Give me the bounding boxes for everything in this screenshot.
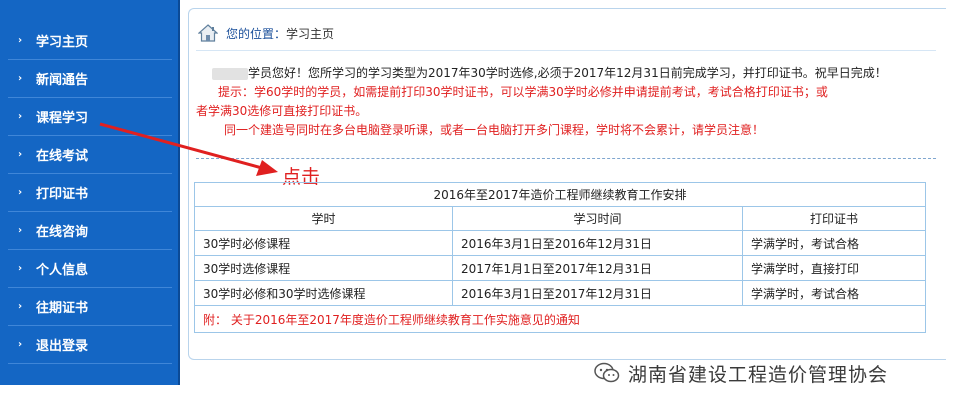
- table-cell: 30学时选修课程: [195, 256, 453, 280]
- sidebar: › 学习主页 › 新闻通告 › 课程学习 › 在线考试 › 打印证书 › 在线咨…: [0, 0, 180, 385]
- sidebar-item-print-certificate[interactable]: › 打印证书: [8, 174, 172, 212]
- breadcrumb-label: 您的位置：: [226, 26, 287, 41]
- chevron-right-icon: ›: [18, 263, 23, 274]
- chevron-right-icon: ›: [18, 225, 23, 236]
- table-title: 2016年至2017年造价工程师继续教育工作安排: [195, 183, 925, 207]
- chevron-right-icon: ›: [18, 35, 23, 46]
- table-header-cell: 打印证书: [809, 212, 858, 226]
- sidebar-item-courses[interactable]: › 课程学习: [8, 98, 172, 136]
- wechat-icon: [594, 362, 620, 383]
- table-cell: 30学时必修和30学时选修课程: [195, 281, 453, 305]
- watermark: 湖南省建设工程造价管理协会: [594, 358, 888, 388]
- table-header-cell: 学时: [195, 207, 453, 230]
- sidebar-item-profile[interactable]: › 个人信息: [8, 250, 172, 288]
- chevron-right-icon: ›: [18, 301, 23, 312]
- chevron-right-icon: ›: [18, 149, 23, 160]
- sidebar-item-label: 打印证书: [36, 187, 89, 202]
- table-header-row: 学时 学习时间 打印证书: [195, 207, 925, 231]
- dashed-divider: [196, 158, 936, 159]
- notice: 学员您好！您所学习的学习类型为2017年30学时选修,必须于2017年12月31…: [196, 64, 936, 140]
- sidebar-item-label: 课程学习: [36, 111, 89, 126]
- sidebar-item-news[interactable]: › 新闻通告: [8, 60, 172, 98]
- sidebar-item-label: 退出登录: [36, 339, 89, 354]
- home-icon: [198, 24, 218, 42]
- chevron-right-icon: ›: [18, 187, 23, 198]
- sidebar-item-home[interactable]: › 学习主页: [8, 22, 172, 60]
- breadcrumb-current[interactable]: 学习主页: [286, 25, 334, 42]
- chevron-right-icon: ›: [18, 73, 23, 84]
- attachment-link[interactable]: 附： 关于2016年至2017年度造价工程师继续教育工作实施意见的通知: [195, 306, 925, 332]
- table-cell: 学满学时，直接打印: [751, 261, 860, 276]
- sidebar-item-label: 个人信息: [36, 263, 89, 278]
- table-row: 30学时选修课程 2017年1月1日至2017年12月31日 学满学时，直接打印: [195, 256, 925, 281]
- table-cell: 2016年3月1日至2017年12月31日: [453, 281, 743, 305]
- schedule-table: 2016年至2017年造价工程师继续教育工作安排 学时 学习时间 打印证书 30…: [194, 182, 926, 333]
- chevron-right-icon: ›: [18, 339, 23, 350]
- table-row: 30学时必修课程 2016年3月1日至2016年12月31日 学满学时，考试合格: [195, 231, 925, 256]
- sidebar-item-consult[interactable]: › 在线咨询: [8, 212, 172, 250]
- table-cell: 2017年1月1日至2017年12月31日: [453, 256, 743, 280]
- table-cell: 2016年3月1日至2016年12月31日: [453, 231, 743, 255]
- greeting-text: 学员您好！您所学习的学习类型为2017年30学时选修,必须于2017年12月31…: [248, 66, 887, 80]
- watermark-text: 湖南省建设工程造价管理协会: [628, 363, 889, 386]
- sidebar-item-label: 往期证书: [36, 301, 89, 316]
- tip-line: 提示：学60学时的学员，如需提前打印30学时证书，可以学满30学时必修并申请提前…: [218, 85, 828, 99]
- chevron-right-icon: ›: [18, 111, 23, 122]
- table-cell: 学满学时，考试合格: [751, 236, 860, 251]
- greeting-line: 学员您好！您所学习的学习类型为2017年30学时选修,必须于2017年12月31…: [196, 64, 936, 83]
- table-cell: 30学时必修课程: [195, 231, 453, 255]
- tip-line: 者学满30选修可直接打印证书。: [196, 104, 368, 118]
- divider: [196, 50, 936, 51]
- username-redacted: [212, 67, 248, 80]
- sidebar-item-label: 学习主页: [36, 35, 89, 50]
- table-cell: 学满学时，考试合格: [751, 286, 860, 301]
- sidebar-item-past-certificates[interactable]: › 往期证书: [8, 288, 172, 326]
- sidebar-item-label: 新闻通告: [36, 73, 89, 88]
- warning-line: 同一个建造号同时在多台电脑登录听课，或者一台电脑打开多门课程，学时将不会累计，请…: [224, 123, 765, 137]
- sidebar-item-logout[interactable]: › 退出登录: [8, 326, 172, 364]
- table-header-cell: 学习时间: [453, 207, 743, 230]
- breadcrumb: 您的位置： 学习主页: [198, 22, 334, 44]
- sidebar-item-label: 在线考试: [36, 149, 89, 164]
- sidebar-item-exam[interactable]: › 在线考试: [8, 136, 172, 174]
- main-content: 您的位置： 学习主页 学员您好！您所学习的学习类型为2017年30学时选修,必须…: [182, 0, 955, 413]
- sidebar-item-label: 在线咨询: [36, 225, 89, 240]
- table-row: 30学时必修和30学时选修课程 2016年3月1日至2017年12月31日 学满…: [195, 281, 925, 306]
